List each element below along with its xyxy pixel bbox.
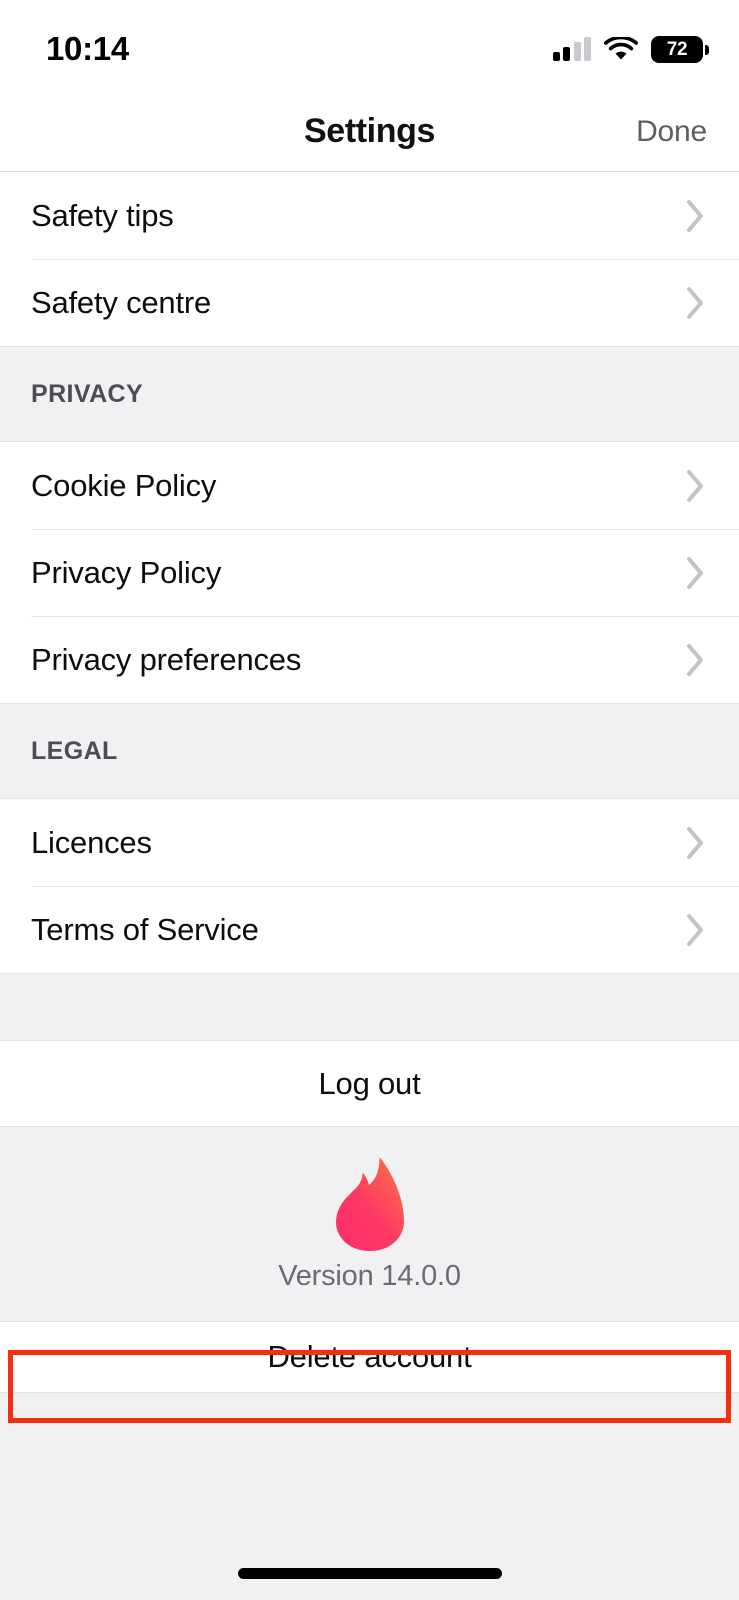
navigation-header: Settings Done xyxy=(0,92,739,172)
settings-row-label: Licences xyxy=(31,824,152,860)
delete-account-section: Delete account xyxy=(0,1322,739,1392)
done-button[interactable]: Done xyxy=(636,115,707,149)
settings-row-label: Terms of Service xyxy=(31,911,259,947)
settings-list: Safety tips Safety centre PRIVACY Cookie… xyxy=(0,172,739,1600)
settings-section-safety: Safety tips Safety centre xyxy=(0,172,739,346)
section-header-label: PRIVACY xyxy=(31,379,144,408)
chevron-right-icon xyxy=(685,912,707,948)
settings-row-safety-tips[interactable]: Safety tips xyxy=(0,172,739,259)
settings-row-privacy-preferences[interactable]: Privacy preferences xyxy=(0,616,739,703)
wifi-icon xyxy=(604,36,638,62)
section-header-label: LEGAL xyxy=(31,736,118,765)
settings-screen: 10:14 72 Settings Done Safety tips Safet… xyxy=(0,0,739,1600)
cellular-signal-icon xyxy=(552,37,591,61)
chevron-right-icon xyxy=(685,825,707,861)
settings-section-legal: Licences Terms of Service xyxy=(0,799,739,973)
delete-account-label: Delete account xyxy=(267,1339,472,1374)
status-bar-time: 10:14 xyxy=(46,30,129,67)
settings-section-privacy: Cookie Policy Privacy Policy Privacy pre… xyxy=(0,442,739,703)
home-indicator[interactable] xyxy=(237,1568,502,1579)
settings-row-licences[interactable]: Licences xyxy=(0,799,739,886)
app-version-label: Version 14.0.0 xyxy=(278,1259,461,1292)
chevron-right-icon xyxy=(685,642,707,678)
settings-row-privacy-policy[interactable]: Privacy Policy xyxy=(0,529,739,616)
chevron-right-icon xyxy=(685,285,707,321)
battery-icon: 72 xyxy=(651,35,709,63)
settings-row-label: Cookie Policy xyxy=(31,467,217,503)
settings-row-safety-centre[interactable]: Safety centre xyxy=(0,259,739,346)
chevron-right-icon xyxy=(685,468,707,504)
logout-button[interactable]: Log out xyxy=(0,1041,739,1126)
chevron-right-icon xyxy=(685,555,707,591)
settings-row-cookie-policy[interactable]: Cookie Policy xyxy=(0,442,739,529)
battery-level-label: 72 xyxy=(666,38,688,60)
settings-row-label: Safety tips xyxy=(31,197,174,233)
status-bar: 10:14 72 xyxy=(0,0,739,92)
settings-row-label: Safety centre xyxy=(31,284,212,320)
page-title: Settings xyxy=(304,112,435,150)
section-header-legal: LEGAL xyxy=(0,703,739,799)
tinder-flame-logo xyxy=(332,1156,408,1252)
section-header-privacy: PRIVACY xyxy=(0,346,739,442)
app-info-block: Version 14.0.0 xyxy=(0,1126,739,1322)
logout-label: Log out xyxy=(318,1065,421,1101)
logout-section: Log out xyxy=(0,1041,739,1126)
status-bar-indicators: 72 xyxy=(552,30,709,63)
settings-row-label: Privacy preferences xyxy=(31,641,302,677)
section-spacer xyxy=(0,973,739,1041)
settings-row-label: Privacy Policy xyxy=(31,554,222,590)
chevron-right-icon xyxy=(685,198,707,234)
delete-account-button[interactable]: Delete account xyxy=(0,1322,739,1392)
settings-row-terms-of-service[interactable]: Terms of Service xyxy=(0,886,739,973)
